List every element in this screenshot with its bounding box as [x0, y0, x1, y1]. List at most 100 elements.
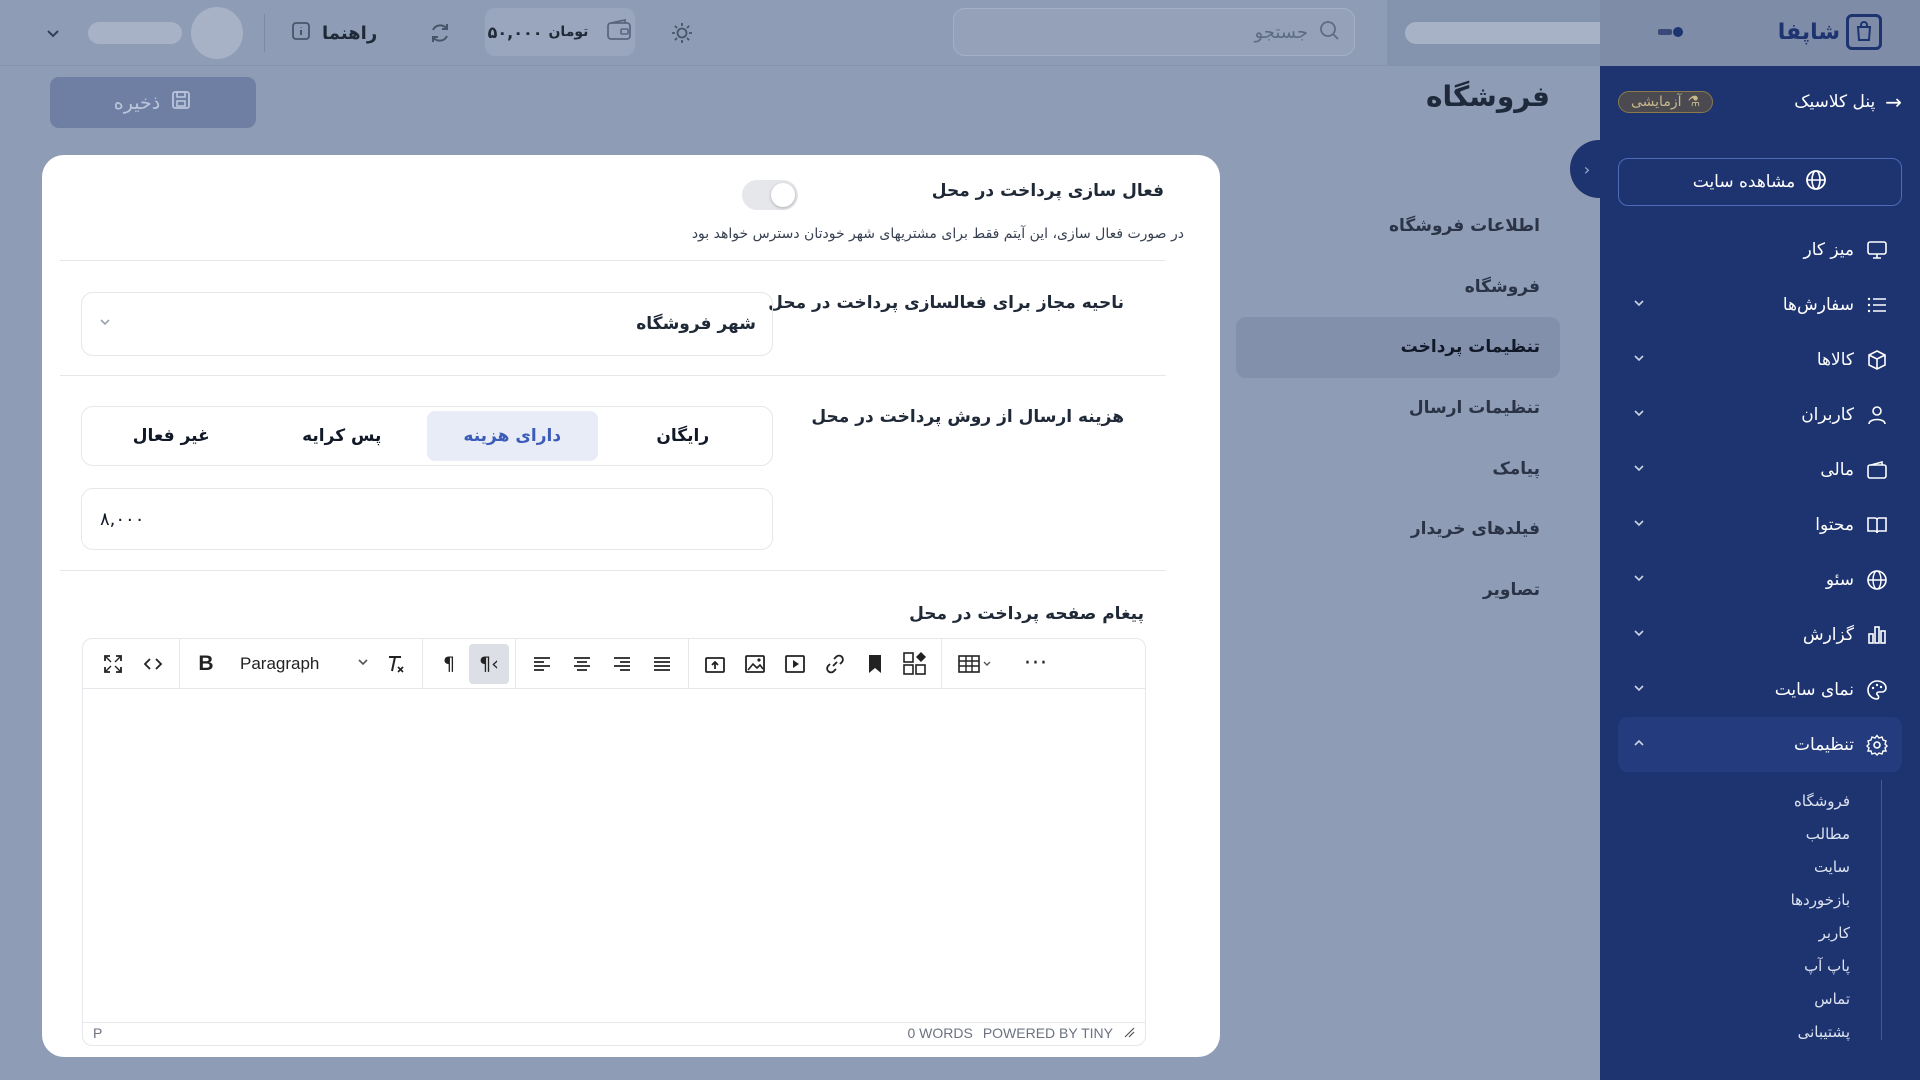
chevron-down-icon[interactable] [1632, 516, 1646, 534]
bold-icon[interactable]: B [186, 644, 226, 684]
classic-panel-link[interactable]: → پنل کلاسیک ⚗ آزمایشی [1618, 88, 1902, 116]
powered-by[interactable]: POWERED BY TINY [983, 1025, 1113, 1041]
chevron-down-icon[interactable] [1632, 681, 1646, 699]
shipping-option[interactable]: غیر فعال [86, 411, 257, 461]
element-path[interactable]: P [93, 1025, 102, 1041]
resize-handle-icon[interactable] [1123, 1025, 1135, 1041]
list-icon [1866, 294, 1888, 316]
sidebar-nav: میز کار سفارش‌ها کالاها کاربران مالی محتوا سئو… [1618, 222, 1902, 772]
rtl-icon[interactable]: ¶‹ [469, 643, 509, 684]
search-input[interactable]: جستجو [953, 8, 1355, 56]
view-site-button[interactable]: مشاهده سایت [1618, 158, 1902, 206]
settings-nav-item[interactable]: اطلاعات فروشگاه [1236, 196, 1560, 257]
save-button[interactable]: ذخیره [50, 77, 256, 128]
cod-enable-label: فعال سازی پرداخت در محل [931, 181, 1164, 201]
wallet-icon [606, 18, 632, 46]
sidebar-item-label: محتوا [1815, 514, 1854, 535]
settings-subnav-item[interactable]: مطالب [1650, 817, 1850, 850]
sidebar-item-label: کالاها [1816, 349, 1854, 370]
chevron-down-icon[interactable] [1632, 571, 1646, 589]
guide-button[interactable]: راهنما [290, 16, 377, 50]
settings-subnav-item[interactable]: پاپ آپ [1650, 949, 1850, 982]
ltr-icon[interactable]: ¶ [429, 644, 469, 684]
search-icon [1318, 19, 1340, 46]
divider [60, 260, 1166, 261]
chevron-down-icon[interactable] [1632, 296, 1646, 314]
settings-nav-item[interactable]: فیلدهای خریدار [1236, 499, 1560, 560]
sidebar-item[interactable]: گزارش [1618, 607, 1902, 662]
chevron-down-icon[interactable] [1632, 351, 1646, 369]
align-center-icon[interactable] [562, 644, 602, 684]
sidebar-item[interactable]: سفارش‌ها [1618, 277, 1902, 332]
sidebar-item[interactable]: میز کار [1618, 222, 1902, 277]
status-right: 0 WORDS POWERED BY TINY [907, 1025, 1135, 1041]
brand-logo[interactable]: شاپفا [1778, 14, 1882, 50]
rich-text-editor: B Paragraph ¶ ¶‹ ··· P 0 WORDS POWERED B… [82, 638, 1146, 1046]
media-icon[interactable] [775, 644, 815, 684]
template-icon[interactable] [895, 644, 935, 684]
settings-subnav-item[interactable]: تماس [1650, 982, 1850, 1015]
block-format-select[interactable]: Paragraph [226, 644, 376, 684]
language-icon[interactable] [1658, 24, 1684, 44]
store-selector[interactable] [1387, 0, 1623, 66]
box-icon [1866, 349, 1888, 371]
collapse-sidebar-button[interactable]: › [1570, 140, 1604, 198]
bag-icon [1846, 14, 1882, 50]
settings-nav-item[interactable]: تنظیمات ارسال [1236, 378, 1560, 439]
table-icon[interactable] [948, 644, 1004, 684]
sidebar-item[interactable]: نمای سایت [1618, 662, 1902, 717]
sidebar-item[interactable]: محتوا [1618, 497, 1902, 552]
settings-subnav-item[interactable]: پشتیبانی [1650, 1015, 1850, 1048]
image-icon[interactable] [735, 644, 775, 684]
avatar[interactable] [191, 7, 243, 59]
shipping-option[interactable]: دارای هزینه [427, 411, 598, 461]
shipping-cost-label: هزینه ارسال از روش پرداخت در محل [811, 407, 1124, 427]
align-right-icon[interactable] [602, 644, 642, 684]
toolbar-group-more: ··· [1010, 639, 1062, 688]
settings-nav-item[interactable]: فروشگاه [1236, 257, 1560, 318]
monitor-icon [1866, 239, 1888, 261]
chevron-down-icon[interactable] [36, 16, 70, 50]
refresh-icon[interactable] [423, 16, 457, 50]
settings-nav-item[interactable]: تنظیمات پرداخت [1236, 317, 1560, 378]
sidebar-item-label: سئو [1825, 569, 1854, 590]
editor-content-area[interactable] [83, 689, 1145, 1023]
shipping-option[interactable]: رایگان [598, 411, 769, 461]
bookmark-icon[interactable] [855, 644, 895, 684]
clear-format-icon[interactable] [376, 644, 416, 684]
palette-icon [1866, 679, 1888, 701]
code-icon[interactable] [133, 644, 173, 684]
sidebar-item[interactable]: سئو [1618, 552, 1902, 607]
sidebar-item[interactable]: تنظیمات [1618, 717, 1902, 772]
sun-icon[interactable] [665, 16, 699, 50]
sidebar-item[interactable]: کاربران [1618, 387, 1902, 442]
settings-subnav-item[interactable]: کاربر [1650, 916, 1850, 949]
settings-nav-item[interactable]: پیامک [1236, 438, 1560, 499]
test-badge-label: آزمایشی [1631, 94, 1682, 110]
chevron-down-icon[interactable] [1632, 626, 1646, 644]
editor-toolbar: B Paragraph ¶ ¶‹ ··· [83, 639, 1145, 689]
align-left-icon[interactable] [522, 644, 562, 684]
upload-icon[interactable] [695, 644, 735, 684]
align-justify-icon[interactable] [642, 644, 682, 684]
link-icon[interactable] [815, 644, 855, 684]
wallet-balance[interactable]: ۵۰,۰۰۰ تومان [485, 8, 635, 56]
more-icon[interactable]: ··· [1016, 644, 1056, 684]
chevron-up-icon[interactable] [1632, 736, 1646, 754]
sidebar-item[interactable]: کالاها [1618, 332, 1902, 387]
sidebar-item[interactable]: مالی [1618, 442, 1902, 497]
page-title: فروشگاه [1425, 80, 1550, 113]
settings-subnav-item[interactable]: فروشگاه [1650, 784, 1850, 817]
chevron-down-icon[interactable] [1632, 461, 1646, 479]
fullscreen-icon[interactable] [93, 644, 133, 684]
region-select[interactable]: شهر فروشگاه [81, 292, 773, 356]
shipping-cost-input[interactable]: ۸,۰۰۰ [81, 488, 773, 550]
settings-subnav-item[interactable]: بازخوردها [1650, 883, 1850, 916]
classic-panel-label: پنل کلاسیک [1794, 92, 1876, 112]
settings-nav-item[interactable]: تصاویر [1236, 560, 1560, 621]
sidebar-item-label: مالی [1820, 459, 1854, 480]
settings-subnav-item[interactable]: سایت [1650, 850, 1850, 883]
shipping-option[interactable]: پس کرایه [257, 411, 428, 461]
chevron-down-icon[interactable] [1632, 406, 1646, 424]
cod-enable-toggle[interactable] [742, 180, 798, 210]
